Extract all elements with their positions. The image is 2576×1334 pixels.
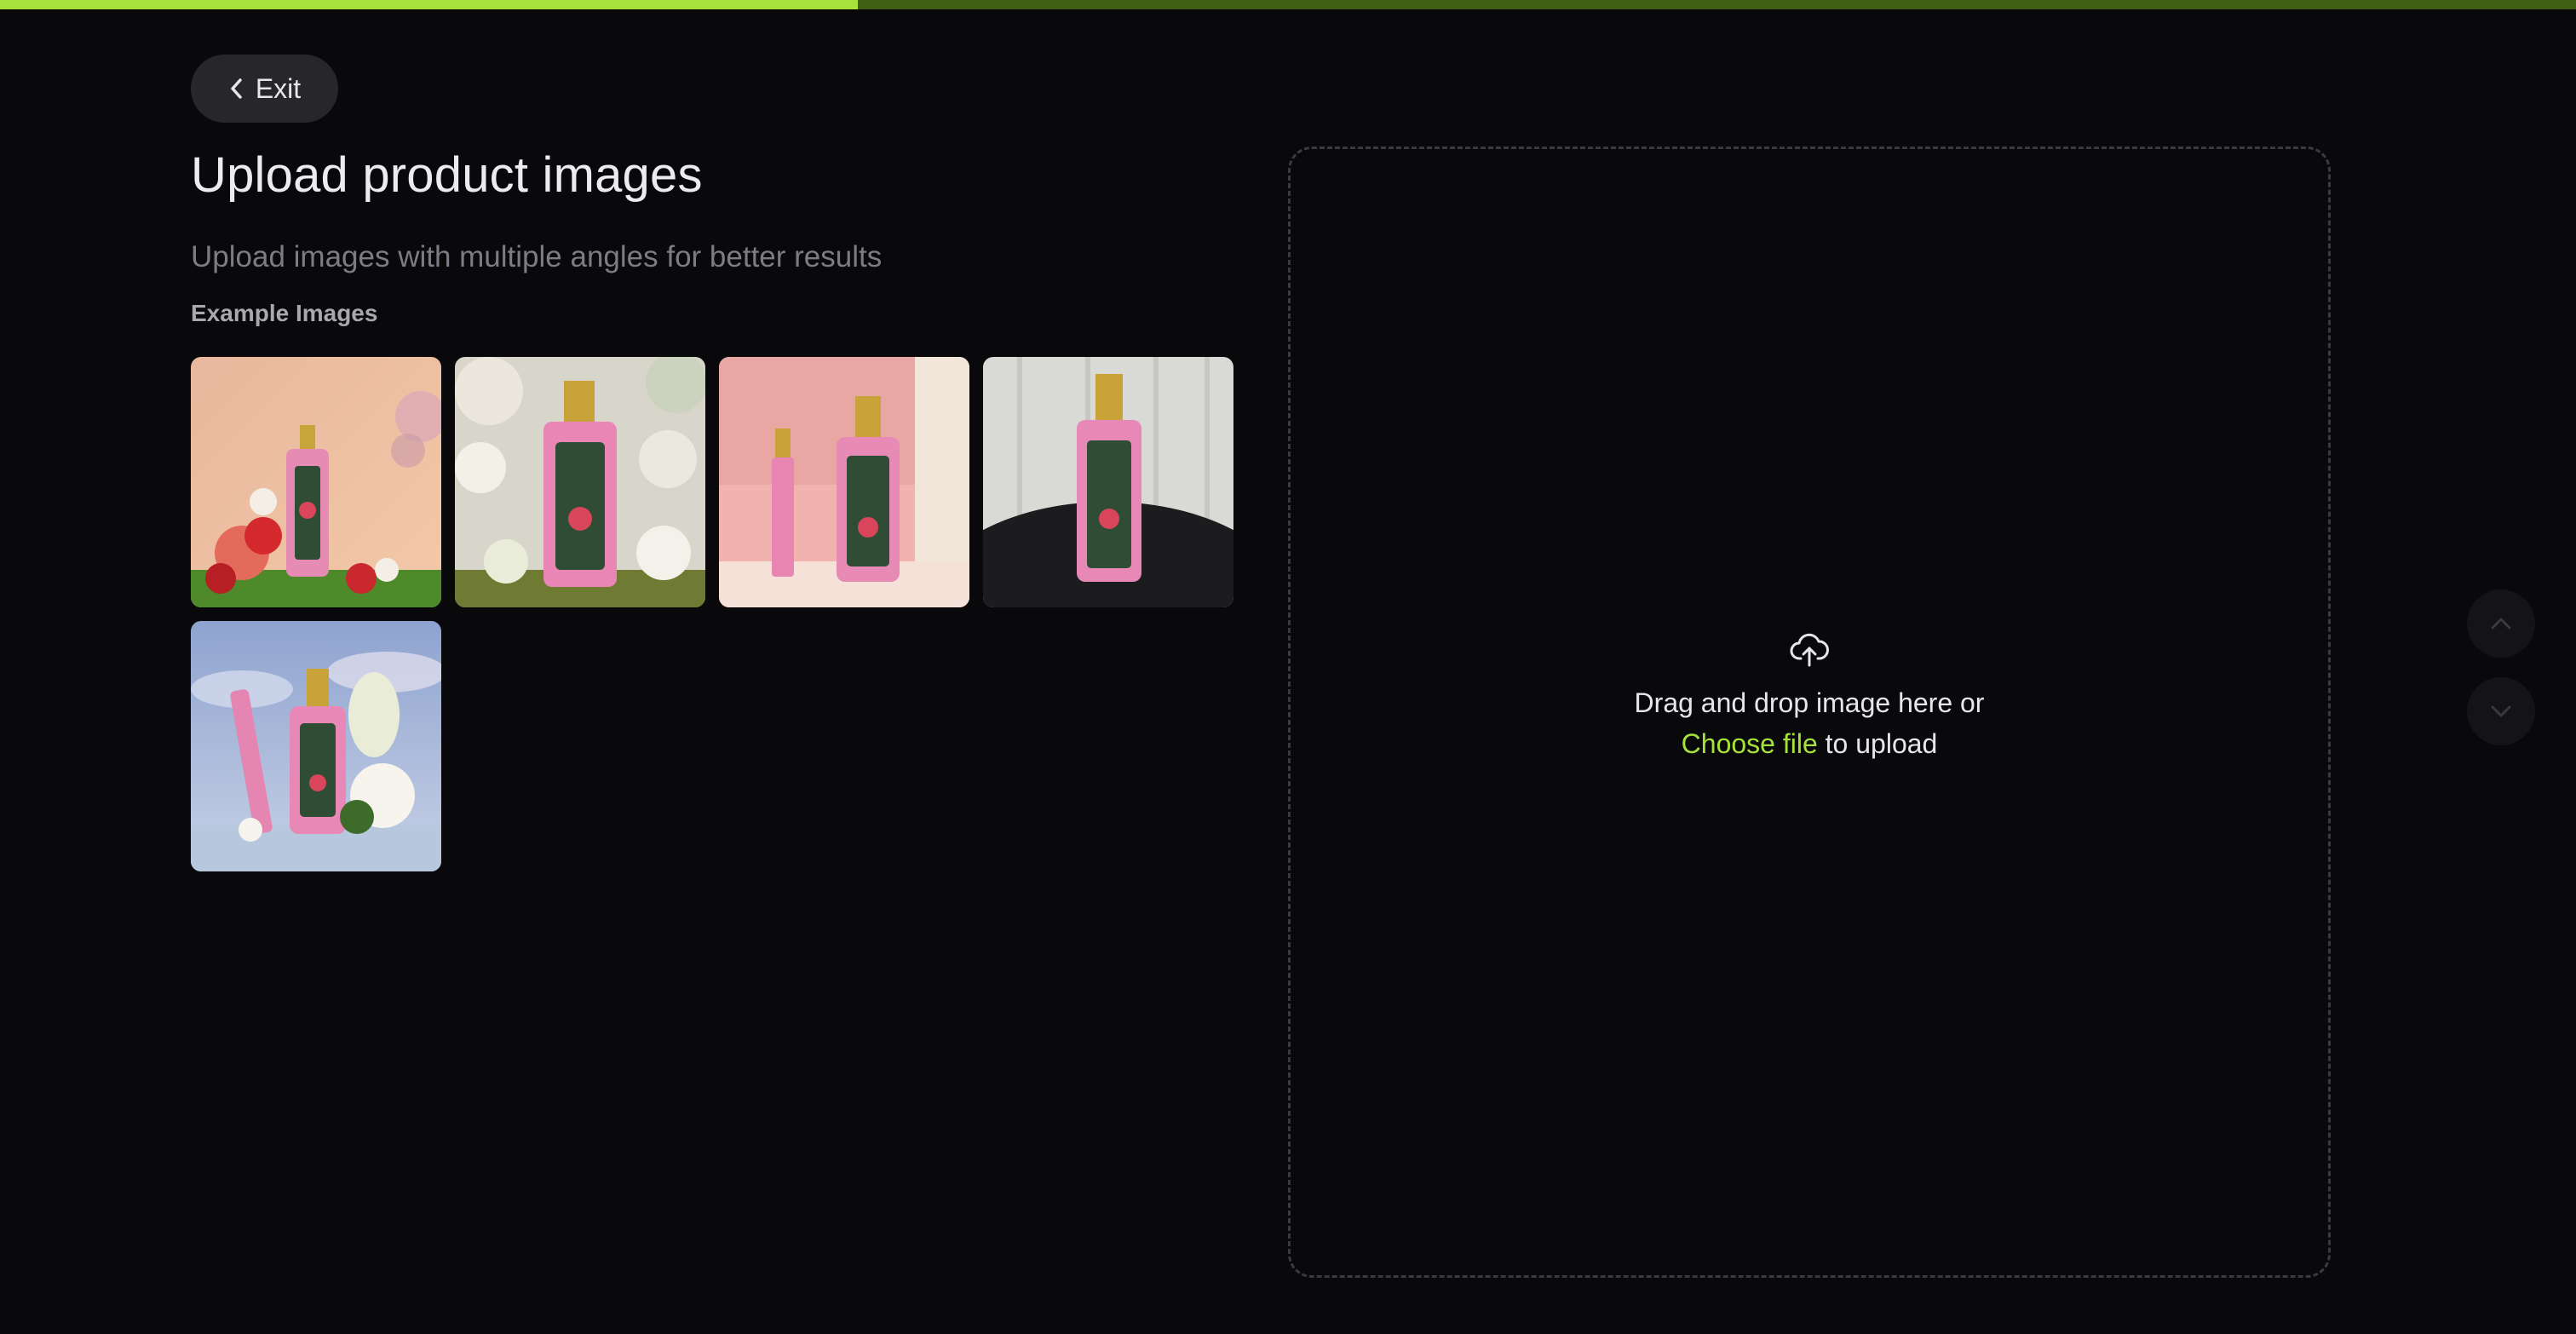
example-image-1[interactable]	[191, 357, 441, 607]
example-image-5[interactable]	[191, 621, 441, 871]
scroll-up-button[interactable]	[2467, 589, 2535, 658]
scroll-down-button[interactable]	[2467, 677, 2535, 745]
progress-fill	[0, 0, 858, 9]
progress-track	[0, 0, 2576, 9]
example-image-3[interactable]	[719, 357, 969, 607]
page-subtitle: Upload images with multiple angles for b…	[191, 240, 883, 273]
chevron-up-icon	[2491, 618, 2511, 630]
example-image-2[interactable]	[455, 357, 705, 607]
chevron-down-icon	[2491, 705, 2511, 717]
image-dropzone[interactable]: Drag and drop image here or Choose file …	[1288, 147, 2331, 1278]
choose-file-link[interactable]: Choose file	[1682, 728, 1818, 759]
exit-button[interactable]: Exit	[191, 55, 338, 123]
to-upload-text: to upload	[1817, 728, 1938, 759]
cloud-upload-icon	[1790, 633, 1829, 667]
chevron-left-icon	[231, 78, 242, 99]
page-title: Upload product images	[191, 147, 703, 203]
example-images-label: Example Images	[191, 300, 378, 326]
dropzone-instruction: Drag and drop image here or	[1634, 687, 1985, 718]
example-image-4[interactable]	[983, 357, 1233, 607]
exit-label: Exit	[255, 72, 302, 104]
example-images-grid	[191, 357, 1234, 871]
dropzone-instruction-line2: Choose file to upload	[1682, 723, 1938, 764]
